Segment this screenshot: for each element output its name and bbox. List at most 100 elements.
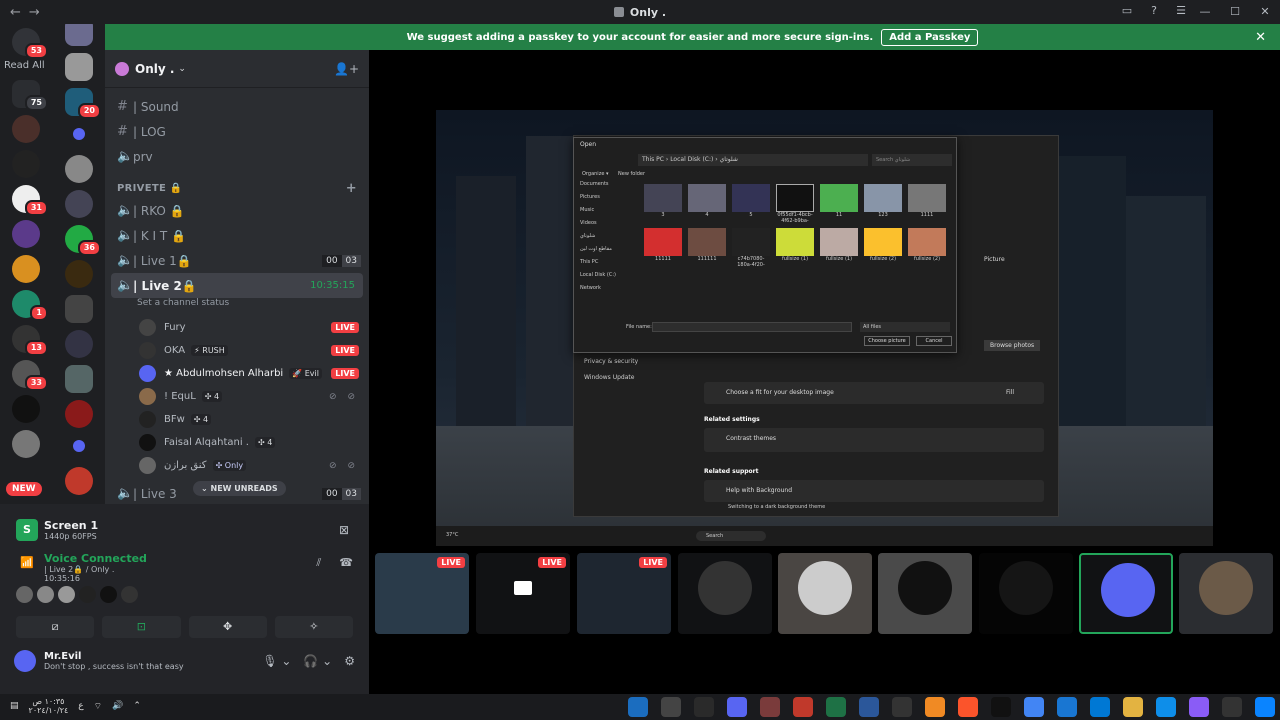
add-passkey-button[interactable]: Add a Passkey <box>881 28 979 46</box>
headphones-icon[interactable]: 🎧 ⌄ <box>303 654 332 668</box>
new-pill[interactable]: NEW <box>6 482 42 496</box>
channel-status[interactable]: Set a channel status <box>105 298 369 312</box>
inbox-icon[interactable]: ▭ <box>1120 4 1134 18</box>
server-icon[interactable] <box>65 53 93 81</box>
voice-channel-live1[interactable]: 🔈 | Live 1🔒 00 03 <box>105 248 369 273</box>
stream-tile[interactable]: LIVE <box>476 553 570 634</box>
back-icon[interactable]: ← <box>10 5 21 20</box>
noise-suppression-icon[interactable]: ⫽ <box>316 556 321 570</box>
add-member-icon[interactable]: 👤+ <box>334 62 359 76</box>
camera-off-button[interactable]: ⧄ <box>16 616 95 638</box>
voice-user[interactable]: OKA ⚡ RUSH LIVE <box>105 339 369 362</box>
settings-app-icon[interactable] <box>661 697 681 717</box>
server-icon[interactable]: 33 <box>12 360 48 391</box>
wifi-icon[interactable]: ⌔ <box>94 701 102 712</box>
server-icon[interactable]: 36 <box>65 225 101 256</box>
signal-icon[interactable]: 📶 <box>20 556 34 569</box>
activities-button[interactable]: ✥ <box>188 616 267 638</box>
windows-start-icon[interactable] <box>1255 697 1275 717</box>
forward-icon[interactable]: → <box>29 5 40 20</box>
participant-tile[interactable] <box>678 553 772 634</box>
stream-tile[interactable]: LIVE <box>577 553 671 634</box>
chrome-icon[interactable] <box>1024 697 1044 717</box>
store-icon[interactable] <box>1090 697 1110 717</box>
file-explorer-icon[interactable] <box>1123 697 1143 717</box>
minimize-button[interactable]: — <box>1190 0 1220 24</box>
voice-status[interactable]: Voice Connected <box>44 552 353 565</box>
new-unreads-pill[interactable]: ⌄ NEW UNREADS <box>193 481 286 496</box>
avatar[interactable] <box>14 650 36 672</box>
participant-tile[interactable] <box>1179 553 1273 634</box>
server-icon[interactable] <box>65 467 93 495</box>
participant-tile[interactable] <box>778 553 872 634</box>
server-icon[interactable] <box>65 24 93 46</box>
server-icon[interactable]: 13 <box>12 325 48 356</box>
channel-prv[interactable]: 🔈 prv <box>105 144 369 169</box>
app-icon[interactable] <box>760 697 780 717</box>
server-icon[interactable] <box>65 295 93 323</box>
task-view-icon[interactable] <box>1222 697 1242 717</box>
volume-icon[interactable]: 🔊 <box>112 701 123 711</box>
tray-chevron-icon[interactable]: ⌃ <box>133 701 141 711</box>
participant-tile-selected[interactable] <box>1079 553 1173 634</box>
server-icon[interactable] <box>65 190 93 218</box>
language-indicator[interactable]: ع <box>78 701 83 711</box>
excel-icon[interactable] <box>826 697 846 717</box>
steam-icon[interactable] <box>628 697 648 717</box>
clock[interactable]: ١٠:٣٥ ص ٢٠٢٤/١٠/٢٤ <box>29 697 69 715</box>
app-icon[interactable] <box>925 697 945 717</box>
server-icon[interactable] <box>12 395 40 423</box>
server-icon[interactable]: 1 <box>12 290 48 321</box>
dm-icon[interactable]: 75 <box>12 80 48 111</box>
voice-user[interactable]: ! EquL ✣ 4 ⊘ ⊘ <box>105 385 369 408</box>
voice-channel-live2[interactable]: 🔈 | Live 2🔒 10:35:15 <box>111 273 363 298</box>
server-icon[interactable] <box>65 400 93 428</box>
server-icon[interactable] <box>12 115 40 143</box>
brave-icon[interactable] <box>958 697 978 717</box>
voice-user[interactable]: كنق برازن ✣ Only ⊘ ⊘ <box>105 454 369 477</box>
screen-share-button[interactable]: ⊡ <box>102 616 181 638</box>
close-button[interactable]: ✕ <box>1250 0 1280 24</box>
tiktok-icon[interactable] <box>991 697 1011 717</box>
folder-icon[interactable] <box>73 440 85 452</box>
app-icon[interactable] <box>892 697 912 717</box>
voice-user[interactable]: ★ Abdulmohsen Alharbi 🚀 Evil LIVE <box>105 362 369 385</box>
server-icon[interactable] <box>65 155 93 183</box>
banner-close-icon[interactable]: ✕ <box>1255 30 1266 45</box>
app-icon[interactable] <box>793 697 813 717</box>
participant-tile[interactable] <box>878 553 972 634</box>
edge-icon[interactable] <box>1156 697 1176 717</box>
server-icon[interactable] <box>65 260 93 288</box>
folder-icon[interactable] <box>73 128 85 140</box>
app-icon[interactable] <box>859 697 879 717</box>
voice-channel-rko[interactable]: 🔈 | RKO 🔒 <box>105 198 369 223</box>
add-channel-icon[interactable]: + <box>346 181 357 196</box>
voice-channel-kit[interactable]: 🔈 | K I T 🔒 <box>105 223 369 248</box>
read-all-button[interactable]: Read All <box>4 60 45 71</box>
server-icon[interactable] <box>12 430 40 458</box>
copilot-icon[interactable] <box>1189 697 1209 717</box>
stream-tile[interactable]: LIVE <box>375 553 469 634</box>
home-discord-icon[interactable]: 53 <box>12 28 48 59</box>
server-icon[interactable] <box>12 255 40 283</box>
server-icon[interactable] <box>12 150 40 178</box>
help-icon[interactable]: ? <box>1147 4 1161 18</box>
server-icon[interactable] <box>65 365 93 393</box>
voice-channel-name[interactable]: | Live 2🔒 / Only . <box>44 565 353 574</box>
stream-view[interactable]: Privacy & security Windows Update Choose… <box>436 110 1213 546</box>
server-icon[interactable]: 31 <box>12 185 48 216</box>
server-icon[interactable] <box>12 220 40 248</box>
maximize-button[interactable]: ☐ <box>1220 0 1250 24</box>
voice-user[interactable]: Fury LIVE <box>105 316 369 339</box>
notification-icon[interactable]: ▤ <box>10 701 19 711</box>
gear-icon[interactable]: ⚙ <box>344 654 355 668</box>
list-icon[interactable]: ☰ <box>1174 4 1188 18</box>
voice-user[interactable]: BFw ✣ 4 <box>105 408 369 431</box>
disconnect-icon[interactable]: ☎ <box>339 556 353 570</box>
channel-sound[interactable]: # | Sound <box>105 94 369 119</box>
category-private[interactable]: PRIVETE 🔒 + <box>105 178 369 198</box>
server-icon[interactable]: 20 <box>65 88 101 119</box>
channel-log[interactable]: # | LOG <box>105 119 369 144</box>
stop-stream-icon[interactable]: ⊠ <box>339 523 349 537</box>
server-icon[interactable] <box>65 330 93 358</box>
